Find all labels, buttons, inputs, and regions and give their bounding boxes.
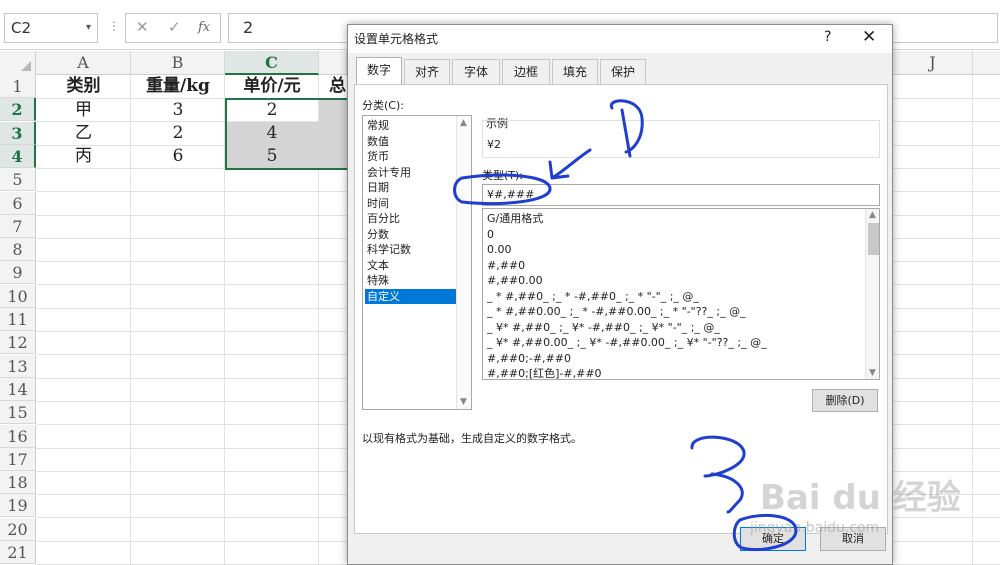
annotation-number-3	[690, 435, 746, 514]
annotations	[453, 99, 798, 552]
annotation-circle-type	[453, 173, 552, 205]
annotation-number-1	[609, 99, 644, 158]
annotation-arrow	[548, 148, 592, 180]
annotation-circle-ok	[732, 513, 798, 552]
